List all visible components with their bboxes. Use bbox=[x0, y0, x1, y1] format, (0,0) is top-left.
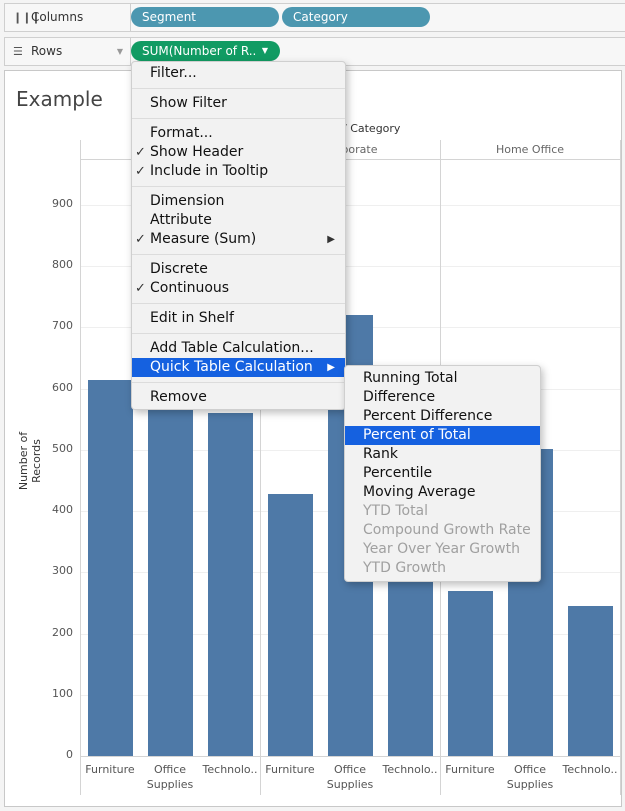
menu-item-quick-table-calculation[interactable]: Quick Table Calculation ▶ bbox=[132, 358, 345, 377]
category-label-line: Supplies bbox=[506, 778, 554, 791]
bar-home-office-technology[interactable] bbox=[568, 605, 613, 756]
menu-item-label: Include in Tooltip bbox=[150, 163, 269, 179]
submenu-item-ytd-growth: YTD Growth bbox=[363, 560, 447, 576]
x-axis-line bbox=[80, 756, 620, 757]
submenu-item-rank[interactable]: Rank bbox=[345, 445, 540, 464]
category-label: Technolo.. bbox=[200, 762, 260, 777]
menu-item-label: Discrete bbox=[150, 261, 208, 277]
submenu-item-running-total[interactable]: Running Total bbox=[345, 369, 540, 388]
y-tick-label: 400 bbox=[52, 503, 73, 516]
menu-item-label: Format... bbox=[150, 125, 213, 141]
menu-separator bbox=[132, 118, 345, 119]
bar-consumer-technology[interactable] bbox=[208, 413, 253, 756]
menu-item-remove[interactable]: Remove bbox=[132, 388, 345, 407]
menu-separator bbox=[132, 254, 345, 255]
category-label-line: Furniture bbox=[85, 763, 135, 776]
menu-item-label: Filter... bbox=[150, 65, 197, 81]
menu-item-attribute[interactable]: Attribute bbox=[132, 211, 345, 230]
menu-separator bbox=[132, 333, 345, 334]
category-label-line: Furniture bbox=[445, 763, 495, 776]
menu-item-measure-sum[interactable]: ✓ Measure (Sum) ▶ bbox=[132, 230, 345, 249]
menu-item-dimension[interactable]: Dimension bbox=[132, 192, 345, 211]
checkmark-icon: ✓ bbox=[135, 232, 146, 247]
menu-item-format[interactable]: Format... bbox=[132, 124, 345, 143]
y-tick-label: 600 bbox=[52, 380, 73, 394]
y-tick-label: 800 bbox=[52, 258, 73, 271]
menu-item-discrete[interactable]: Discrete bbox=[132, 260, 345, 279]
category-label-line: Technolo.. bbox=[382, 763, 438, 776]
category-label: Office Supplies bbox=[140, 762, 200, 792]
category-label-line: Office bbox=[333, 763, 367, 776]
y-tick-label: 500 bbox=[52, 441, 73, 455]
category-label: Technolo.. bbox=[560, 762, 620, 777]
pill-context-menu: Filter... Show Filter Format... ✓ Show Heade… bbox=[131, 61, 346, 410]
category-label: Furniture bbox=[80, 762, 140, 777]
y-tick-label: 200 bbox=[52, 625, 73, 639]
bar-consumer-furniture[interactable] bbox=[88, 379, 133, 756]
y-tick-label: 900 bbox=[52, 196, 73, 210]
category-label: Furniture bbox=[440, 762, 500, 777]
checkmark-icon: ✓ bbox=[135, 281, 146, 296]
checkmark-icon: ✓ bbox=[135, 164, 146, 179]
menu-item-label: Show Header bbox=[150, 144, 244, 160]
submenu-item-difference[interactable]: Difference bbox=[345, 388, 540, 407]
menu-separator bbox=[132, 382, 345, 383]
y-tick-label: 300 bbox=[52, 564, 73, 578]
menu-item-add-table-calculation[interactable]: Add Table Calculation... bbox=[132, 339, 345, 358]
category-label: Office Supplies bbox=[500, 762, 560, 792]
category-label-line: Furniture bbox=[265, 763, 315, 776]
y-tick-label: 0 bbox=[66, 748, 73, 761]
menu-item-label: Show Filter bbox=[150, 95, 227, 111]
category-label-line: Technolo.. bbox=[202, 763, 258, 776]
submenu-arrow-icon: ▶ bbox=[327, 234, 335, 245]
menu-item-label: Add Table Calculation... bbox=[150, 340, 314, 356]
category-label-line: Supplies bbox=[326, 778, 374, 791]
category-label-line: Supplies bbox=[146, 778, 194, 791]
pane-divider bbox=[620, 140, 621, 795]
category-label-line: Office bbox=[513, 763, 547, 776]
submenu-item-percent-difference[interactable]: Percent Difference bbox=[345, 407, 540, 426]
menu-item-label: Attribute bbox=[150, 212, 212, 228]
submenu-item-compound-growth-rate: Compound Growth Rate bbox=[363, 522, 531, 538]
menu-item-show-filter[interactable]: Show Filter bbox=[132, 94, 345, 113]
bar-home-office-furniture[interactable] bbox=[448, 590, 493, 756]
quick-table-calculation-submenu: Running Total Difference Percent Differenc… bbox=[344, 365, 541, 582]
segment-header-home-office: Home Office bbox=[495, 143, 565, 156]
menu-item-label: Quick Table Calculation bbox=[150, 359, 313, 375]
submenu-item-moving-average[interactable]: Moving Average bbox=[345, 483, 540, 502]
submenu-arrow-icon: ▶ bbox=[327, 362, 335, 373]
menu-item-label: Edit in Shelf bbox=[150, 310, 234, 326]
menu-item-filter[interactable]: Filter... bbox=[132, 64, 345, 83]
category-label-line: Technolo.. bbox=[562, 763, 618, 776]
submenu-item-percentile[interactable]: Percentile bbox=[345, 464, 540, 483]
menu-separator bbox=[132, 303, 345, 304]
category-label-line: Office bbox=[153, 763, 187, 776]
menu-item-edit-in-shelf[interactable]: Edit in Shelf bbox=[132, 309, 345, 328]
y-axis-label: Number of Records bbox=[17, 431, 43, 491]
category-label: Technolo.. bbox=[380, 762, 440, 777]
menu-item-include-in-tooltip[interactable]: ✓ Include in Tooltip bbox=[132, 162, 345, 181]
checkmark-icon: ✓ bbox=[135, 145, 146, 160]
y-tick-label: 100 bbox=[52, 686, 73, 700]
menu-separator bbox=[132, 186, 345, 187]
bar-consumer-office-supplies[interactable] bbox=[148, 388, 193, 756]
bar-corporate-furniture[interactable] bbox=[268, 494, 313, 756]
menu-item-label: Dimension bbox=[150, 193, 225, 209]
menu-item-label: Continuous bbox=[150, 280, 230, 296]
menu-item-label: Remove bbox=[150, 389, 207, 405]
category-label: Office Supplies bbox=[320, 762, 380, 792]
menu-item-label: Measure (Sum) bbox=[150, 231, 257, 247]
submenu-item-percent-of-total[interactable]: Percent of Total bbox=[345, 426, 540, 445]
submenu-item-ytd-total: YTD Total bbox=[363, 503, 429, 519]
submenu-item-year-over-year-growth: Year Over Year Growth bbox=[363, 541, 520, 557]
menu-separator bbox=[132, 88, 345, 89]
menu-item-show-header[interactable]: ✓ Show Header bbox=[132, 143, 345, 162]
category-label: Furniture bbox=[260, 762, 320, 777]
y-axis-line bbox=[80, 140, 81, 795]
y-tick-label: 700 bbox=[52, 319, 73, 333]
menu-item-continuous[interactable]: ✓ Continuous bbox=[132, 279, 345, 298]
